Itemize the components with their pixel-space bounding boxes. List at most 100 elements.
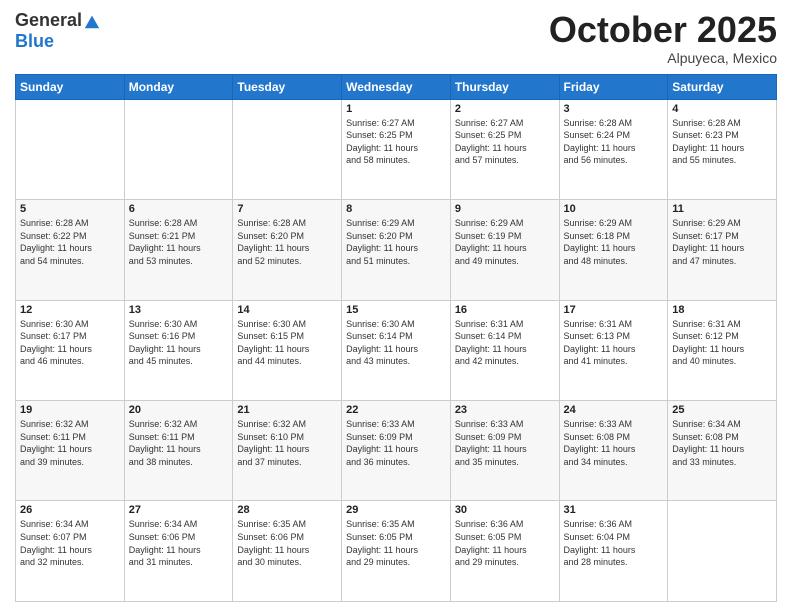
calendar-cell: 24 Sunrise: 6:33 AMSunset: 6:08 PMDayligh… bbox=[559, 401, 668, 501]
calendar-cell: 31 Sunrise: 6:36 AMSunset: 6:04 PMDayligh… bbox=[559, 501, 668, 602]
calendar-cell: 28 Sunrise: 6:35 AMSunset: 6:06 PMDayligh… bbox=[233, 501, 342, 602]
day-number: 16 bbox=[455, 304, 555, 316]
logo: General Blue bbox=[15, 10, 101, 52]
calendar-cell: 26 Sunrise: 6:34 AMSunset: 6:07 PMDayligh… bbox=[16, 501, 125, 602]
day-info: Sunrise: 6:34 AMSunset: 6:07 PMDaylight:… bbox=[20, 518, 120, 568]
calendar-cell: 3 Sunrise: 6:28 AMSunset: 6:24 PMDaylight… bbox=[559, 99, 668, 199]
calendar-cell: 1Sunrise: 6:27 AMSunset: 6:25 PMDaylight… bbox=[342, 99, 451, 199]
day-info: Sunrise: 6:36 AMSunset: 6:04 PMDaylight:… bbox=[564, 518, 664, 568]
day-number: 5 bbox=[20, 203, 120, 215]
week-row-1: 1Sunrise: 6:27 AMSunset: 6:25 PMDaylight… bbox=[16, 99, 777, 199]
day-info: Sunrise: 6:33 AMSunset: 6:08 PMDaylight:… bbox=[564, 418, 664, 468]
calendar-cell: 29 Sunrise: 6:35 AMSunset: 6:05 PMDayligh… bbox=[342, 501, 451, 602]
day-number: 27 bbox=[129, 504, 229, 516]
day-info: Sunrise: 6:35 AMSunset: 6:05 PMDaylight:… bbox=[346, 518, 446, 568]
day-info: Sunrise: 6:31 AMSunset: 6:12 PMDaylight:… bbox=[672, 318, 772, 368]
day-number: 4 bbox=[672, 103, 772, 115]
week-row-2: 5Sunrise: 6:28 AMSunset: 6:22 PMDaylight… bbox=[16, 200, 777, 300]
calendar-cell: 19 Sunrise: 6:32 AMSunset: 6:11 PMDayligh… bbox=[16, 401, 125, 501]
weekday-header-saturday: Saturday bbox=[668, 74, 777, 99]
calendar-cell bbox=[233, 99, 342, 199]
day-number: 12 bbox=[20, 304, 120, 316]
day-info: Sunrise: 6:28 AMSunset: 6:23 PMDaylight:… bbox=[672, 117, 772, 167]
day-info: Sunrise: 6:29 AMSunset: 6:18 PMDaylight:… bbox=[564, 217, 664, 267]
day-number: 6 bbox=[129, 203, 229, 215]
calendar-cell: 4 Sunrise: 6:28 AMSunset: 6:23 PMDaylight… bbox=[668, 99, 777, 199]
day-number: 7 bbox=[237, 203, 337, 215]
day-info: Sunrise: 6:27 AMSunset: 6:25 PMDaylight:… bbox=[455, 117, 555, 167]
calendar-cell bbox=[668, 501, 777, 602]
day-info: Sunrise: 6:35 AMSunset: 6:06 PMDaylight:… bbox=[237, 518, 337, 568]
header: General Blue October 2025 Alpuyeca, Mexi… bbox=[15, 10, 777, 66]
day-number: 19 bbox=[20, 404, 120, 416]
day-info: Sunrise: 6:29 AMSunset: 6:20 PMDaylight:… bbox=[346, 217, 446, 267]
day-number: 23 bbox=[455, 404, 555, 416]
calendar-cell: 22Sunrise: 6:33 AMSunset: 6:09 PMDayligh… bbox=[342, 401, 451, 501]
calendar-cell: 18 Sunrise: 6:31 AMSunset: 6:12 PMDayligh… bbox=[668, 300, 777, 400]
weekday-header-wednesday: Wednesday bbox=[342, 74, 451, 99]
logo-general-text: General bbox=[15, 10, 82, 31]
calendar-cell bbox=[124, 99, 233, 199]
day-number: 17 bbox=[564, 304, 664, 316]
calendar-cell: 17 Sunrise: 6:31 AMSunset: 6:13 PMDayligh… bbox=[559, 300, 668, 400]
day-number: 18 bbox=[672, 304, 772, 316]
day-number: 10 bbox=[564, 203, 664, 215]
day-number: 24 bbox=[564, 404, 664, 416]
week-row-5: 26 Sunrise: 6:34 AMSunset: 6:07 PMDayligh… bbox=[16, 501, 777, 602]
day-number: 20 bbox=[129, 404, 229, 416]
day-info: Sunrise: 6:27 AMSunset: 6:25 PMDaylight:… bbox=[346, 117, 446, 167]
day-number: 14 bbox=[237, 304, 337, 316]
page: General Blue October 2025 Alpuyeca, Mexi… bbox=[0, 0, 792, 612]
day-info: Sunrise: 6:30 AMSunset: 6:16 PMDaylight:… bbox=[129, 318, 229, 368]
location: Alpuyeca, Mexico bbox=[549, 50, 777, 66]
calendar-cell: 7 Sunrise: 6:28 AMSunset: 6:20 PMDaylight… bbox=[233, 200, 342, 300]
day-info: Sunrise: 6:30 AMSunset: 6:14 PMDaylight:… bbox=[346, 318, 446, 368]
title-block: October 2025 Alpuyeca, Mexico bbox=[549, 10, 777, 66]
day-info: Sunrise: 6:31 AMSunset: 6:13 PMDaylight:… bbox=[564, 318, 664, 368]
calendar-cell: 23 Sunrise: 6:33 AMSunset: 6:09 PMDayligh… bbox=[450, 401, 559, 501]
day-number: 25 bbox=[672, 404, 772, 416]
week-row-3: 12Sunrise: 6:30 AMSunset: 6:17 PMDayligh… bbox=[16, 300, 777, 400]
weekday-header-tuesday: Tuesday bbox=[233, 74, 342, 99]
month-title: October 2025 bbox=[549, 10, 777, 50]
calendar-cell: 20 Sunrise: 6:32 AMSunset: 6:11 PMDayligh… bbox=[124, 401, 233, 501]
logo-blue-text: Blue bbox=[15, 31, 54, 52]
calendar-cell: 2Sunrise: 6:27 AMSunset: 6:25 PMDaylight… bbox=[450, 99, 559, 199]
calendar-cell: 13 Sunrise: 6:30 AMSunset: 6:16 PMDayligh… bbox=[124, 300, 233, 400]
week-row-4: 19 Sunrise: 6:32 AMSunset: 6:11 PMDayligh… bbox=[16, 401, 777, 501]
day-number: 11 bbox=[672, 203, 772, 215]
day-number: 3 bbox=[564, 103, 664, 115]
day-number: 8 bbox=[346, 203, 446, 215]
weekday-header-thursday: Thursday bbox=[450, 74, 559, 99]
calendar-cell: 25 Sunrise: 6:34 AMSunset: 6:08 PMDayligh… bbox=[668, 401, 777, 501]
day-info: Sunrise: 6:28 AMSunset: 6:20 PMDaylight:… bbox=[237, 217, 337, 267]
day-number: 29 bbox=[346, 504, 446, 516]
calendar-cell: 9Sunrise: 6:29 AMSunset: 6:19 PMDaylight… bbox=[450, 200, 559, 300]
calendar-cell: 14Sunrise: 6:30 AMSunset: 6:15 PMDayligh… bbox=[233, 300, 342, 400]
day-number: 28 bbox=[237, 504, 337, 516]
day-info: Sunrise: 6:32 AMSunset: 6:11 PMDaylight:… bbox=[129, 418, 229, 468]
calendar-cell: 27 Sunrise: 6:34 AMSunset: 6:06 PMDayligh… bbox=[124, 501, 233, 602]
calendar-cell: 12Sunrise: 6:30 AMSunset: 6:17 PMDayligh… bbox=[16, 300, 125, 400]
calendar-cell: 30Sunrise: 6:36 AMSunset: 6:05 PMDayligh… bbox=[450, 501, 559, 602]
day-info: Sunrise: 6:34 AMSunset: 6:08 PMDaylight:… bbox=[672, 418, 772, 468]
weekday-header-sunday: Sunday bbox=[16, 74, 125, 99]
day-number: 26 bbox=[20, 504, 120, 516]
day-number: 30 bbox=[455, 504, 555, 516]
day-number: 31 bbox=[564, 504, 664, 516]
day-info: Sunrise: 6:34 AMSunset: 6:06 PMDaylight:… bbox=[129, 518, 229, 568]
day-info: Sunrise: 6:33 AMSunset: 6:09 PMDaylight:… bbox=[346, 418, 446, 468]
day-info: Sunrise: 6:28 AMSunset: 6:21 PMDaylight:… bbox=[129, 217, 229, 267]
calendar-cell: 11Sunrise: 6:29 AMSunset: 6:17 PMDayligh… bbox=[668, 200, 777, 300]
day-info: Sunrise: 6:33 AMSunset: 6:09 PMDaylight:… bbox=[455, 418, 555, 468]
weekday-header-friday: Friday bbox=[559, 74, 668, 99]
calendar-cell: 21Sunrise: 6:32 AMSunset: 6:10 PMDayligh… bbox=[233, 401, 342, 501]
day-info: Sunrise: 6:32 AMSunset: 6:11 PMDaylight:… bbox=[20, 418, 120, 468]
weekday-header-row: SundayMondayTuesdayWednesdayThursdayFrid… bbox=[16, 74, 777, 99]
day-info: Sunrise: 6:28 AMSunset: 6:24 PMDaylight:… bbox=[564, 117, 664, 167]
day-number: 15 bbox=[346, 304, 446, 316]
day-number: 13 bbox=[129, 304, 229, 316]
day-info: Sunrise: 6:29 AMSunset: 6:19 PMDaylight:… bbox=[455, 217, 555, 267]
day-info: Sunrise: 6:31 AMSunset: 6:14 PMDaylight:… bbox=[455, 318, 555, 368]
calendar-cell: 16 Sunrise: 6:31 AMSunset: 6:14 PMDayligh… bbox=[450, 300, 559, 400]
